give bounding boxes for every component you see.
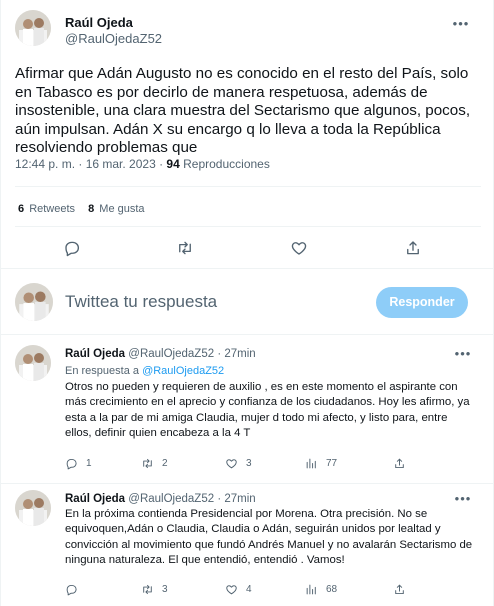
retweets-stat[interactable]: 6 Retweets	[18, 203, 75, 215]
replying-to-mention[interactable]: @RaulOjedaZ52	[142, 365, 224, 377]
divider	[1, 334, 494, 335]
reply-timestamp[interactable]: · 27min	[217, 493, 255, 505]
author-name[interactable]: Raúl Ojeda	[65, 348, 125, 360]
reply-timestamp[interactable]: · 27min	[217, 348, 255, 360]
avatar-photo-icon	[15, 10, 51, 46]
avatar-photo-icon	[15, 345, 51, 381]
retweet-icon	[141, 583, 154, 596]
views-icon	[305, 583, 318, 596]
reply-icon	[65, 583, 78, 596]
author-name[interactable]: Raúl Ojeda	[65, 493, 125, 505]
reply-action[interactable]: 1	[65, 457, 92, 470]
reply-icon	[65, 457, 78, 470]
more-options-icon[interactable]: •••	[453, 492, 473, 506]
views-label: Reproducciones	[183, 157, 270, 171]
divider	[1, 268, 494, 269]
retweet-icon	[141, 457, 154, 470]
author-handle[interactable]: @RaulOjedaZ52	[65, 31, 162, 46]
retweet-count: 2	[162, 458, 168, 469]
composer-avatar[interactable]	[15, 283, 53, 321]
reply-input[interactable]: Twittea tu respuesta	[65, 292, 217, 312]
author-handle[interactable]: @RaulOjedaZ52	[128, 493, 214, 505]
like-icon[interactable]	[290, 239, 308, 257]
divider	[15, 186, 481, 187]
reply-count: 1	[86, 458, 92, 469]
replying-to: En respuesta a @RaulOjedaZ52	[65, 365, 224, 377]
avatar[interactable]	[15, 490, 51, 526]
likes-label: Me gusta	[99, 203, 145, 215]
retweets-count: 6	[18, 203, 25, 215]
reply-header: Raúl Ojeda @RaulOjedaZ52 · 27min	[65, 348, 256, 360]
retweets-label: Retweets	[29, 203, 76, 215]
retweet-action[interactable]: 3	[141, 583, 168, 596]
likes-count: 8	[88, 203, 95, 215]
more-options-icon[interactable]: •••	[453, 347, 473, 361]
avatar-photo-icon	[15, 283, 53, 321]
avatar[interactable]	[15, 10, 51, 46]
views-action[interactable]: 77	[305, 457, 337, 470]
share-action[interactable]	[393, 457, 406, 470]
divider	[15, 226, 481, 227]
like-action[interactable]: 4	[225, 583, 252, 596]
share-icon	[393, 457, 406, 470]
more-options-icon[interactable]: •••	[451, 17, 471, 31]
views-icon	[305, 457, 318, 470]
share-icon	[393, 583, 406, 596]
avatar-photo-icon	[15, 490, 51, 526]
like-action[interactable]: 3	[225, 457, 252, 470]
views-count: 77	[326, 458, 338, 469]
reply-text: Otros no pueden y requieren de auxilio ,…	[65, 381, 470, 440]
replying-to-label: En respuesta a	[65, 365, 139, 377]
tweet-thread-page: Raúl Ojeda @RaulOjedaZ52 ••• Afirmar que…	[0, 0, 494, 606]
share-icon[interactable]	[404, 239, 422, 257]
likes-stat[interactable]: 8 Me gusta	[88, 203, 144, 215]
views-count: 94	[166, 157, 180, 171]
author-handle[interactable]: @RaulOjedaZ52	[128, 348, 214, 360]
reply-icon[interactable]	[63, 239, 81, 257]
like-icon	[225, 457, 238, 470]
tweet-stats: 6 Retweets 8 Me gusta	[18, 203, 145, 215]
tweet-meta: 12:44 p. m. · 16 mar. 2023 · 94 Reproduc…	[15, 157, 270, 171]
retweet-count: 3	[162, 584, 168, 595]
like-count: 3	[246, 458, 252, 469]
retweet-action[interactable]: 2	[141, 457, 168, 470]
reply-text: En la próxima contienda Presidencial por…	[65, 508, 473, 567]
like-count: 4	[246, 584, 252, 595]
share-action[interactable]	[393, 583, 406, 596]
author-name[interactable]: Raúl Ojeda	[65, 15, 133, 30]
reply-action[interactable]	[65, 583, 86, 596]
like-icon	[225, 583, 238, 596]
views-action[interactable]: 68	[305, 583, 337, 596]
retweet-icon[interactable]	[176, 239, 194, 257]
avatar[interactable]	[15, 345, 51, 381]
divider	[1, 483, 494, 484]
tweet-timestamp[interactable]: 12:44 p. m. · 16 mar. 2023 ·	[15, 157, 163, 171]
tweet-text: Afirmar que Adán Augusto no es conocido …	[15, 65, 471, 156]
reply-header: Raúl Ojeda @RaulOjedaZ52 · 27min	[65, 493, 256, 505]
views-count: 68	[326, 584, 338, 595]
reply-button[interactable]: Responder	[376, 287, 468, 318]
